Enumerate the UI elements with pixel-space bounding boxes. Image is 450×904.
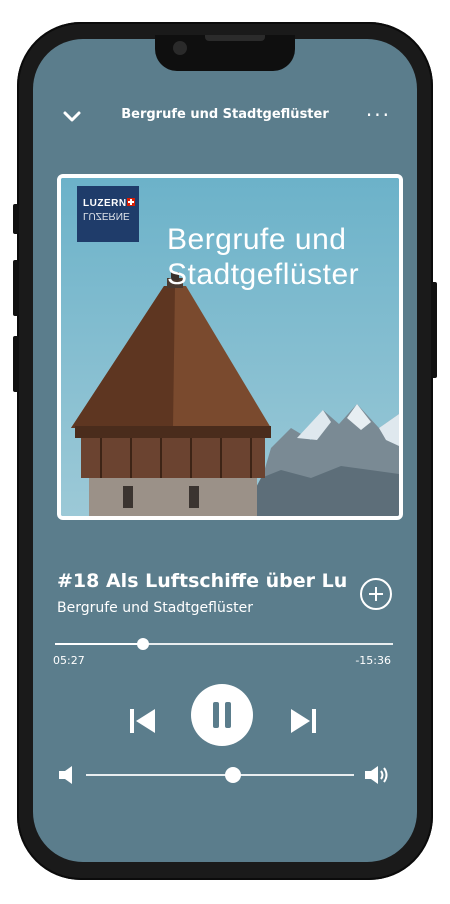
- swiss-flag-icon: [127, 198, 135, 206]
- album-artwork: LUZERN LUZERNE Bergrufe und Stadtgeflüst…: [57, 174, 403, 520]
- mute-switch: [13, 204, 19, 234]
- more-icon[interactable]: ···: [366, 103, 391, 127]
- phone-notch: [155, 35, 295, 71]
- episode-podcast-name[interactable]: Bergrufe und Stadtgeflüster: [57, 600, 253, 616]
- volume-up-button: [13, 260, 19, 316]
- plus-circle-icon[interactable]: [360, 578, 392, 610]
- elapsed-time: 05:27: [53, 654, 85, 667]
- pause-button[interactable]: [191, 684, 253, 746]
- playback-controls: [33, 684, 417, 754]
- camera-icon: [173, 41, 187, 55]
- skip-previous-icon[interactable]: [127, 706, 159, 736]
- artwork-title: Bergrufe und Stadtgeflüster: [167, 223, 360, 291]
- player-screen: Bergrufe und Stadtgeflüster ··· LUZERN L…: [33, 39, 417, 862]
- pause-icon: [213, 702, 219, 728]
- progress-fill: [55, 643, 143, 645]
- volume-high-icon[interactable]: [363, 764, 391, 786]
- volume-knob[interactable]: [225, 767, 242, 783]
- episode-title: #18 Als Luftschiffe über Lu: [57, 570, 348, 592]
- luzern-logo: LUZERN LUZERNE: [77, 186, 139, 242]
- volume-slider[interactable]: [86, 767, 354, 783]
- speaker-grille: [205, 35, 265, 41]
- volume-down-button: [13, 336, 19, 392]
- power-button: [431, 282, 437, 378]
- progress-bar[interactable]: [55, 638, 393, 650]
- volume-control: [33, 759, 417, 789]
- volume-low-icon[interactable]: [57, 764, 79, 786]
- progress-knob[interactable]: [136, 638, 149, 650]
- remaining-time: -15:36: [355, 654, 391, 667]
- skip-next-icon[interactable]: [287, 706, 319, 736]
- podcast-title: Bergrufe und Stadtgeflüster: [121, 107, 329, 122]
